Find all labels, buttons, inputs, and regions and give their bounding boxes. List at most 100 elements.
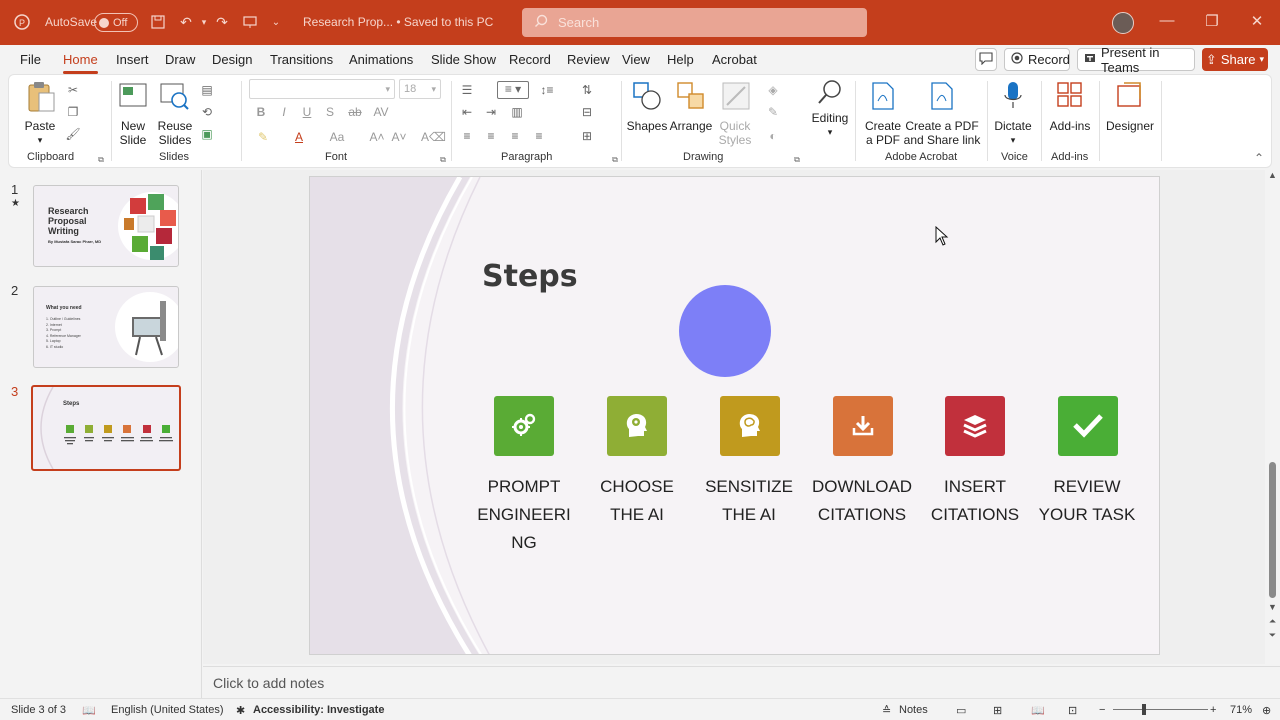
italic-icon[interactable]: I [276,105,292,119]
tab-slide-show[interactable]: Slide Show [431,52,496,67]
underline-icon[interactable]: U [299,105,315,119]
decrease-font-icon[interactable]: A˅ [391,130,407,144]
justify-icon[interactable]: ≡ [531,129,547,143]
notes-pane[interactable]: Click to add notes [203,666,1280,698]
font-color-icon[interactable]: A [291,130,307,144]
align-text-icon[interactable]: ⊟ [579,105,595,119]
font-name-box[interactable]: ▾ [249,79,395,99]
zoom-out-icon[interactable]: − [1099,704,1105,716]
designer-button[interactable]: Designer [1105,81,1155,147]
autosave-toggle[interactable]: Off [94,13,138,32]
layout-icon[interactable]: ▤ [199,83,215,97]
increase-font-icon[interactable]: A˄ [369,130,385,144]
step-3-tile[interactable] [720,396,780,456]
clear-formatting-icon[interactable]: A⌫ [421,130,446,144]
step-6-label[interactable]: REVIEW YOUR TASK [1027,473,1147,529]
zoom-slider[interactable] [1113,709,1208,710]
create-share-pdf-button[interactable]: Create a PDF and Share link [904,81,980,147]
purple-circle-shape[interactable] [679,285,771,377]
scroll-down-icon[interactable]: ▼ [1267,602,1278,612]
slide-thumbnail-3[interactable]: Steps [31,385,181,471]
user-avatar[interactable] [1112,12,1134,34]
slide-sorter-icon[interactable]: ⊞ [993,704,1002,717]
tab-acrobat[interactable]: Acrobat [712,52,757,67]
notes-toggle-icon[interactable]: ≙ [882,704,891,717]
change-case-icon[interactable]: Aa [329,130,345,144]
columns-icon[interactable]: ▥ [509,105,525,119]
line-spacing-icon[interactable]: ↕≡ [539,83,555,97]
normal-view-icon[interactable]: ▭ [956,704,966,717]
step-1-tile[interactable] [494,396,554,456]
next-slide-icon[interactable]: ⏷ [1267,630,1278,641]
minimize-icon[interactable]: — [1157,12,1177,29]
tab-transitions[interactable]: Transitions [270,52,333,67]
reading-view-icon[interactable]: 📖 [1031,704,1045,717]
shape-outline-icon[interactable]: ✎ [765,105,781,119]
tab-insert[interactable]: Insert [116,52,149,67]
share-button[interactable]: ⇪ Share ▾ [1202,48,1268,71]
editing-button[interactable]: Editing ▾ [809,79,851,145]
present-from-start-icon[interactable] [240,12,260,32]
search-box[interactable]: Search [522,8,867,37]
restore-icon[interactable]: ❐ [1202,12,1222,30]
slide-title[interactable]: Steps [482,259,578,294]
undo-icon[interactable]: ↶ [176,12,196,32]
drawing-launcher-icon[interactable]: ⧉ [789,153,805,167]
strikethrough-icon[interactable]: ab [347,105,363,119]
step-2-tile[interactable] [607,396,667,456]
step-1-label[interactable]: PROMPT ENGINEERI NG [464,473,584,557]
scrollbar-thumb[interactable] [1269,462,1276,598]
quick-styles-button[interactable]: Quick Styles [715,81,755,147]
tab-help[interactable]: Help [667,52,694,67]
create-pdf-button[interactable]: Create a PDF [863,81,903,147]
step-5-label[interactable]: INSERT CITATIONS [915,473,1035,529]
language-indicator[interactable]: English (United States) [111,704,224,716]
slide-thumbnail-1[interactable]: Research Proposal Writing By Mustafa Sar… [33,185,179,267]
shadow-icon[interactable]: S [322,105,338,119]
tab-review[interactable]: Review [567,52,610,67]
step-4-tile[interactable] [833,396,893,456]
shapes-button[interactable]: Shapes [627,81,667,147]
align-center-icon[interactable]: ≡ [483,129,499,143]
smartart-icon[interactable]: ⊞ [579,129,595,143]
step-3-label[interactable]: SENSITIZE THE AI [689,473,809,529]
align-left-icon[interactable]: ≡ [459,129,475,143]
section-icon[interactable]: ▣ [199,127,215,141]
dictate-button[interactable]: Dictate ▾ [993,81,1033,147]
arrange-button[interactable]: Arrange [669,81,713,147]
paste-button[interactable]: Paste ▾ [22,81,58,145]
align-right-icon[interactable]: ≡ [507,129,523,143]
reset-icon[interactable]: ⟲ [199,105,215,119]
comments-button[interactable] [975,48,997,71]
font-launcher-icon[interactable]: ⧉ [435,153,451,167]
decrease-indent-icon[interactable]: ⇤ [459,105,475,119]
step-4-label[interactable]: DOWNLOAD CITATIONS [802,473,922,529]
tab-view[interactable]: View [622,52,650,67]
notes-toggle-label[interactable]: Notes [899,704,928,716]
tab-design[interactable]: Design [212,52,252,67]
accessibility-status[interactable]: Accessibility: Investigate [253,704,384,716]
reuse-slides-button[interactable]: Reuse Slides [157,81,193,147]
cut-icon[interactable]: ✂ [65,83,81,97]
zoom-in-icon[interactable]: + [1210,704,1216,716]
character-spacing-icon[interactable]: AV [373,105,389,119]
numbering-icon[interactable]: ≡ ▾ [497,81,529,99]
document-title[interactable]: Research Prop... • Saved to this PC [303,15,493,29]
vertical-scrollbar[interactable]: ▲ ▼ ⏶ ⏷ [1265,170,1280,664]
tab-home[interactable]: Home [63,52,98,67]
zoom-level[interactable]: 71% [1230,704,1252,716]
present-in-teams-button[interactable]: Present in Teams [1077,45,1195,75]
scroll-up-icon[interactable]: ▲ [1267,170,1278,180]
tab-file[interactable]: File [20,52,41,67]
close-icon[interactable]: ✕ [1247,12,1267,30]
format-painter-icon[interactable]: 🖌 [65,127,81,141]
font-size-box[interactable]: 18 ▾ [399,79,441,99]
bullets-icon[interactable]: ☰ [459,83,475,97]
copy-icon[interactable]: ❐ [65,105,81,119]
current-slide[interactable]: Steps PROMPT ENGINEERI NG CHOOSE THE AI … [309,176,1160,655]
new-slide-button[interactable]: New Slide [115,81,151,147]
save-icon[interactable] [148,12,168,32]
zoom-slider-knob[interactable] [1142,704,1146,715]
redo-icon[interactable]: ↷ [212,12,232,32]
step-5-tile[interactable] [945,396,1005,456]
